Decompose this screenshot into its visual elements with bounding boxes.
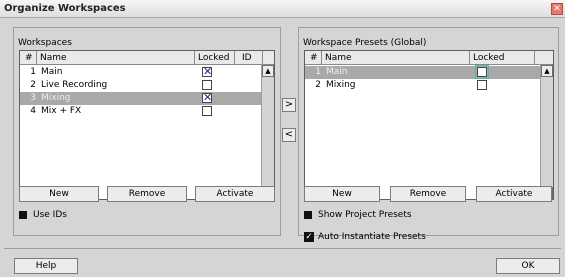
preset-remove-button[interactable]: Remove [390, 186, 466, 202]
row-name: Mixing [41, 93, 71, 103]
presets-list[interactable]: # Name Locked 1 Main 2 Mixing ▲ ▼ [304, 50, 554, 200]
presets-panel: Workspace Presets (Global) # Name Locked… [298, 27, 559, 242]
col-number: # [25, 53, 33, 63]
checkmark-icon[interactable]: ✓ [304, 232, 314, 242]
organize-workspaces-window: Organize Workspaces ✕ Workspaces # Name … [0, 0, 565, 277]
list-item[interactable]: 4 Mix + FX [20, 105, 262, 118]
list-item[interactable]: 1 Main ✕ [20, 65, 262, 79]
footer-divider [4, 248, 561, 249]
col-number: # [310, 53, 318, 63]
row-name: Mix + FX [41, 106, 82, 116]
use-ids-label: Use IDs [33, 210, 67, 220]
scroll-up-icon[interactable]: ▲ [262, 65, 274, 77]
auto-instantiate-label: Auto Instantiate Presets [318, 232, 426, 242]
list-item[interactable]: 2 Live Recording [20, 79, 262, 92]
locked-checkbox[interactable] [475, 65, 489, 79]
row-number: 3 [30, 93, 36, 103]
help-button[interactable]: Help [14, 258, 78, 274]
presets-label: Workspace Presets (Global) [303, 38, 427, 48]
locked-checkbox[interactable] [202, 106, 212, 116]
scroll-up-icon[interactable]: ▲ [541, 65, 553, 77]
close-icon[interactable]: ✕ [551, 3, 563, 15]
workspaces-scrollbar[interactable]: ▲ ▼ [261, 65, 274, 199]
workspaces-list[interactable]: # Name Locked ID 1 Main ✕ 2 Live Recording 3 M… [19, 50, 275, 200]
workspace-new-button[interactable]: New [19, 186, 99, 202]
workspaces-panel: Workspaces # Name Locked ID 1 Main ✕ 2 Live … [13, 27, 281, 236]
locked-checkbox[interactable] [477, 80, 487, 90]
locked-checkbox[interactable]: ✕ [202, 91, 213, 104]
workspace-remove-button[interactable]: Remove [107, 186, 187, 202]
row-number: 1 [315, 67, 321, 77]
col-name: Name [40, 53, 67, 63]
show-project-presets-box[interactable] [304, 211, 312, 219]
list-item[interactable]: 2 Mixing [305, 79, 540, 92]
row-name: Main [326, 67, 348, 77]
row-name: Mixing [326, 80, 356, 90]
list-item[interactable]: 3 Mixing ✕ [20, 91, 262, 105]
list-item[interactable]: 1 Main [305, 65, 540, 79]
locked-checkbox[interactable]: ✕ [202, 65, 213, 78]
row-number: 4 [30, 106, 36, 116]
row-number: 2 [30, 80, 36, 90]
workspace-activate-button[interactable]: Activate [195, 186, 275, 202]
use-ids-box[interactable] [19, 211, 27, 219]
row-number: 2 [315, 80, 321, 90]
move-right-button[interactable]: > [282, 98, 296, 112]
row-name: Live Recording [41, 80, 108, 90]
presets-scrollbar[interactable]: ▲ ▼ [540, 65, 553, 199]
ok-button[interactable]: OK [496, 258, 560, 274]
preset-activate-button[interactable]: Activate [476, 186, 552, 202]
move-left-button[interactable]: < [282, 128, 296, 142]
row-name: Main [41, 67, 63, 77]
show-project-presets-label: Show Project Presets [318, 210, 412, 220]
workspaces-label: Workspaces [18, 38, 72, 48]
locked-checkbox[interactable] [202, 80, 212, 90]
checked-x-icon: ✕ [203, 65, 213, 78]
col-locked: Locked [198, 53, 230, 63]
preset-new-button[interactable]: New [304, 186, 380, 202]
col-id: ID [242, 53, 252, 63]
col-locked: Locked [473, 53, 505, 63]
workspaces-list-header: # Name Locked ID [20, 51, 274, 65]
row-number: 1 [30, 67, 36, 77]
window-title: Organize Workspaces [4, 3, 126, 14]
title-bar: Organize Workspaces ✕ [0, 0, 565, 18]
presets-list-header: # Name Locked [305, 51, 553, 65]
col-name: Name [325, 53, 352, 63]
checked-x-icon: ✕ [203, 91, 213, 104]
